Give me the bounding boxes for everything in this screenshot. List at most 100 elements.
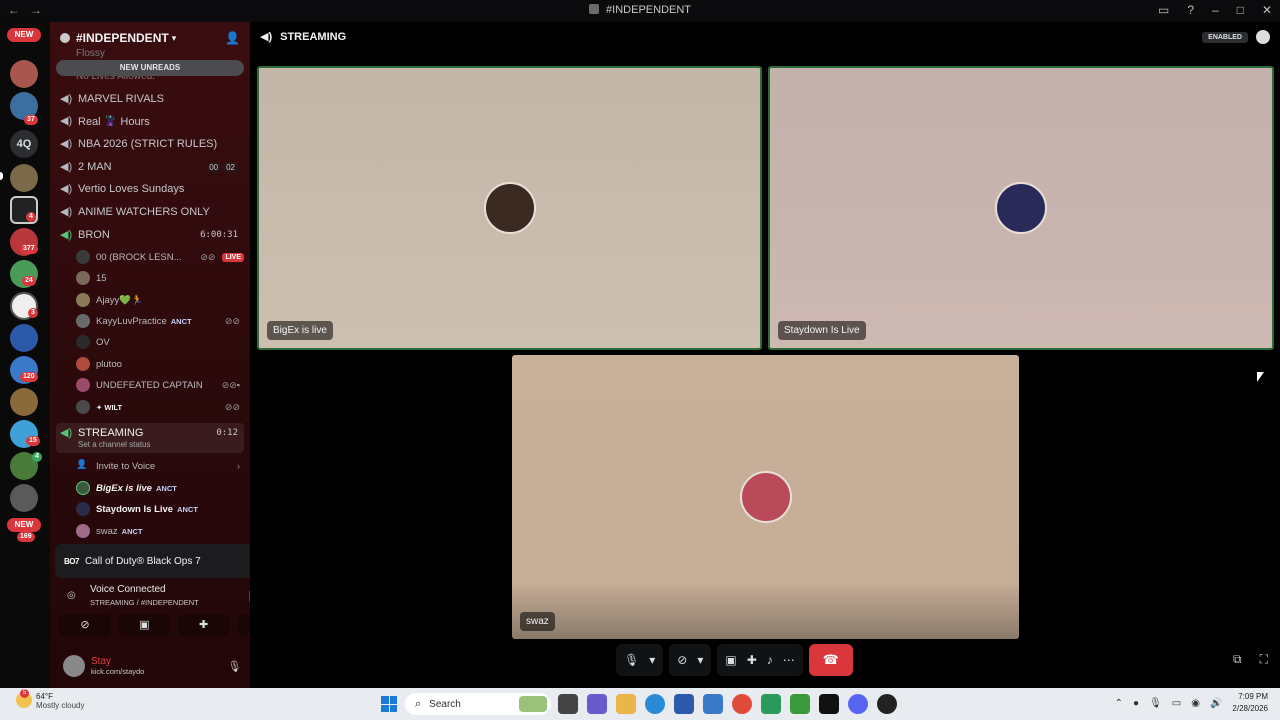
voice-channel[interactable]: ◀) Real 🦹 Hours (56, 111, 244, 131)
file-explorer-icon[interactable] (616, 694, 636, 714)
clan-tag: ANCT (121, 526, 143, 536)
clan-tag: ANCT (170, 316, 192, 326)
screen-share-icon[interactable]: ▣ (725, 653, 736, 667)
voice-channel[interactable]: ◀) MARVEL RIVALS (56, 89, 244, 109)
muted-icon: ⊘⊘ (224, 401, 240, 412)
discord-icon[interactable] (848, 694, 868, 714)
maximize-button[interactable]: □ (1237, 3, 1244, 17)
new-unreads-bar[interactable]: NEW UNREADS (56, 60, 244, 76)
more-icon[interactable]: ⋯ (783, 653, 795, 667)
inbox-icon[interactable]: ▭ (1158, 3, 1169, 17)
voice-member[interactable]: swaz ANCT (76, 521, 244, 541)
pop-out-icon[interactable]: ⧉ (1233, 652, 1242, 667)
invite-to-voice[interactable]: 👤 Invite to Voice › (76, 456, 244, 476)
voice-channel[interactable]: ◀) Vertio Loves Sundays (56, 179, 244, 199)
chevron-up-icon[interactable]: ⌃ (1115, 698, 1123, 709)
voice-member[interactable]: 15 (76, 268, 244, 288)
chat-bubble-icon[interactable] (1256, 30, 1270, 44)
help-icon[interactable]: ? (1187, 3, 1194, 17)
server-icon[interactable] (10, 164, 38, 192)
outlook-icon[interactable] (703, 694, 723, 714)
end-call-button[interactable]: ☎ (808, 644, 853, 676)
gamepass-icon[interactable] (761, 694, 781, 714)
display-icon[interactable]: ▭ (1172, 698, 1181, 709)
speaker-icon: ◀) (60, 115, 73, 127)
antivirus-icon[interactable]: ● (1133, 698, 1139, 709)
screen-share-button[interactable]: ▣ (118, 614, 171, 636)
muted-icon: ⊘⊘ (200, 251, 216, 262)
voice-channel[interactable]: ◀) NBA 2026 (STRICT RULES) (56, 134, 244, 154)
voice-member[interactable]: 00 (BROCK LESN... ⊘⊘ LIVE (76, 247, 244, 267)
user-info[interactable]: Stay kick.com/staydo (91, 656, 144, 676)
taskbar-search[interactable]: ⌕ Search (405, 693, 551, 715)
stage-header-right: ENABLED (1202, 30, 1270, 44)
voice-member[interactable]: plutoo (76, 354, 244, 374)
voice-member[interactable]: Staydown Is Live ANCT (76, 499, 244, 519)
voice-channel-selected[interactable]: ◀) STREAMING 0:12 Set a channel status (56, 423, 244, 453)
stage-header: ◀) STREAMING (260, 30, 346, 44)
voice-member[interactable]: OV (76, 332, 244, 352)
task-view-icon[interactable] (558, 694, 578, 714)
voice-member[interactable]: ✦ WILT ⊘⊘ (76, 397, 244, 417)
start-button[interactable] (381, 696, 397, 712)
channel-faded[interactable]: Flossy (76, 48, 105, 59)
mic-control[interactable]: 🎙 ▾ (616, 644, 664, 676)
channel-status-prompt[interactable]: Set a channel status (78, 440, 151, 449)
add-member-icon[interactable]: 👤 (225, 31, 240, 45)
stage: ◀) STREAMING ENABLED BigEx is live Stayd… (250, 22, 1280, 688)
channel-name: 2 MAN (78, 161, 112, 173)
server-icon[interactable] (10, 388, 38, 416)
voice-member[interactable]: KayyLuvPractice ANCT ⊘⊘ (76, 311, 244, 331)
microphone-icon[interactable]: 🎙 (1149, 698, 1162, 709)
server-icon[interactable] (10, 324, 38, 352)
new-pill-bottom[interactable]: NEW (7, 518, 41, 532)
voice-channel[interactable]: ◀) ANIME WATCHERS ONLY (56, 202, 244, 222)
voice-member[interactable]: BigEx is live ANCT (76, 478, 244, 498)
minimize-button[interactable]: – (1212, 3, 1219, 17)
fullscreen-icon[interactable]: ⛶ (1260, 652, 1268, 667)
mention-badge: 4 (32, 452, 42, 462)
speaker-icon: ◀) (60, 138, 73, 150)
camera-off-icon[interactable]: ⊘ (677, 653, 687, 667)
soundboard-icon[interactable]: ♪ (767, 653, 773, 667)
close-button[interactable]: ✕ (1262, 3, 1272, 17)
server-icon-4q[interactable]: 4Q (10, 130, 38, 158)
avatar (76, 357, 90, 371)
activities-icon[interactable]: ✚ (747, 653, 757, 667)
chrome-icon[interactable] (732, 694, 752, 714)
stream-tile[interactable]: Staydown Is Live (768, 66, 1274, 350)
mention-badge: 169 (17, 532, 35, 542)
microphone-icon[interactable]: 🎙 (624, 653, 639, 667)
app-icon[interactable] (877, 694, 897, 714)
chevron-down-icon[interactable]: ▾ (697, 653, 703, 667)
stream-tile[interactable]: BigEx is live (257, 66, 762, 350)
xbox-icon[interactable] (790, 694, 810, 714)
camera-control[interactable]: ⊘ ▾ (669, 644, 712, 676)
voice-channel[interactable]: ◀) 2 MAN 00 02 (56, 157, 244, 177)
network-icon[interactable]: ◉ (1191, 698, 1200, 709)
volume-icon[interactable]: 🔊 (1210, 698, 1222, 709)
copilot-icon[interactable] (587, 694, 607, 714)
avatar[interactable] (63, 655, 85, 677)
new-pill-top[interactable]: NEW (7, 28, 41, 42)
microphone-icon[interactable]: 🎙 (227, 660, 241, 673)
server-icon[interactable] (10, 60, 38, 88)
voice-member[interactable]: Ajayy💚🏃 (76, 290, 244, 310)
voice-location[interactable]: STREAMING / #INDEPENDENT (90, 598, 199, 607)
chevron-right-icon: › (237, 461, 240, 471)
camera-off-button[interactable]: ⊘ (59, 614, 111, 636)
server-icon[interactable] (10, 484, 38, 512)
store-icon[interactable] (674, 694, 694, 714)
signal-icon[interactable]: ◎ (67, 590, 76, 601)
game-launcher-icon[interactable] (819, 694, 839, 714)
voice-channel[interactable]: ◀) BRON 6:00:31 (56, 225, 244, 245)
weather-widget[interactable]: 5 64°F Mostly cloudy (16, 689, 84, 710)
enabled-badge[interactable]: ENABLED (1202, 31, 1248, 43)
voice-member[interactable]: UNDEFEATED CAPTAIN ⊘⊘▪ (76, 375, 244, 395)
clock[interactable]: 7:09 PM 2/28/2026 (1232, 691, 1268, 715)
activities-button[interactable]: ✚ (177, 614, 230, 636)
edge-icon[interactable] (645, 694, 665, 714)
stream-tile[interactable]: swaz (512, 355, 1019, 639)
search-highlight-icon (519, 696, 547, 712)
chevron-down-icon[interactable]: ▾ (649, 653, 655, 667)
